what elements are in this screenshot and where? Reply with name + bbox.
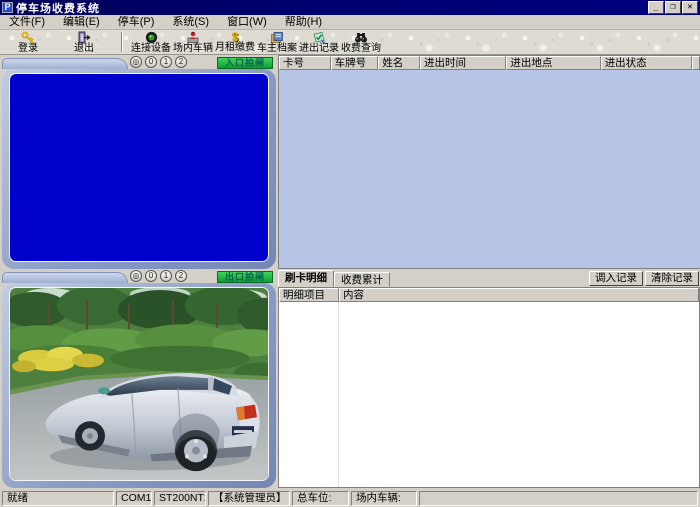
entrance-blue-screen bbox=[10, 74, 268, 261]
status-vehicles-inside: 场内车辆: bbox=[351, 491, 417, 506]
status-com-port: COM1 bbox=[116, 491, 152, 506]
connect-device-label: 连接设备 bbox=[131, 44, 171, 54]
col-plate-number[interactable]: 车牌号 bbox=[331, 56, 379, 70]
entrance-channel-2-button[interactable]: 2 bbox=[175, 56, 187, 68]
vehicles-inside-icon bbox=[186, 31, 200, 44]
detail-table-body bbox=[279, 302, 699, 487]
col-card-number[interactable]: 卡号 bbox=[279, 56, 331, 70]
menu-system[interactable]: 系统(S) bbox=[163, 15, 218, 30]
minimize-button[interactable]: _ bbox=[648, 1, 664, 14]
exit-panel-swoosh bbox=[2, 272, 128, 283]
entrance-channel-buttons: ◎ 0 1 2 bbox=[130, 56, 187, 68]
restore-button[interactable]: ❐ bbox=[665, 1, 681, 14]
status-spare bbox=[419, 491, 698, 506]
exit-channel-home-button[interactable]: ◎ bbox=[130, 270, 142, 282]
col-entry-exit-status[interactable]: 进出状态 bbox=[601, 56, 692, 70]
entrance-video-feed bbox=[9, 73, 269, 262]
status-device-model: ST200NT2 bbox=[154, 491, 206, 506]
exit-channel-2-button[interactable]: 2 bbox=[175, 270, 187, 282]
exit-channel-buttons: ◎ 0 1 2 bbox=[130, 270, 187, 282]
menu-bar: 文件(F) 编辑(E) 停车(P) 系统(S) 窗口(W) 帮助(H) bbox=[0, 15, 700, 30]
monthly-fee-button[interactable]: $ 月租缴费 bbox=[214, 30, 256, 54]
owner-files-button[interactable]: 车主档案 bbox=[256, 30, 298, 54]
close-button[interactable]: ✕ bbox=[682, 1, 698, 14]
connect-device-button[interactable]: 连接设备 bbox=[130, 30, 172, 54]
app-icon: P bbox=[2, 2, 13, 13]
exit-channel-1-button[interactable]: 1 bbox=[160, 270, 172, 282]
exit-channel-0-button[interactable]: 0 bbox=[145, 270, 157, 282]
detail-section: 刷卡明细 收费累计 调入记录 清除记录 明细项目 内容 bbox=[278, 270, 700, 488]
detail-table: 明细项目 内容 bbox=[278, 287, 700, 488]
col-entry-exit-place[interactable]: 进出地点 bbox=[506, 56, 600, 70]
entrance-camera-panel: ◎ 0 1 2 入口拍闸 bbox=[2, 56, 276, 269]
fee-query-button[interactable]: 收费查询 bbox=[340, 30, 382, 54]
menu-help[interactable]: 帮助(H) bbox=[276, 15, 331, 30]
entrance-gate-button[interactable]: 入口拍闸 bbox=[217, 57, 273, 69]
owner-files-icon bbox=[270, 31, 284, 44]
connect-device-icon bbox=[145, 31, 158, 44]
window-title: 停车场收费系统 bbox=[16, 0, 647, 16]
exit-label: 退出 bbox=[74, 44, 94, 54]
col-entry-exit-time[interactable]: 进出时间 bbox=[420, 56, 506, 70]
load-records-button[interactable]: 调入记录 bbox=[589, 271, 643, 286]
exit-camera-header: ◎ 0 1 2 出口拍闸 bbox=[2, 270, 276, 283]
detail-buttons: 调入记录 清除记录 bbox=[589, 271, 699, 286]
entrance-channel-1-button[interactable]: 1 bbox=[160, 56, 172, 68]
entry-exit-records-icon bbox=[312, 31, 326, 44]
entrance-channel-0-button[interactable]: 0 bbox=[145, 56, 157, 68]
entry-exit-records-button[interactable]: 进出记录 bbox=[298, 30, 340, 54]
col-name[interactable]: 姓名 bbox=[378, 56, 420, 70]
menu-parking[interactable]: 停车(P) bbox=[109, 15, 164, 30]
exit-gate-button[interactable]: 出口拍闸 bbox=[217, 271, 273, 283]
detail-column-divider bbox=[338, 302, 339, 487]
col-content[interactable]: 内容 bbox=[339, 288, 699, 302]
entrance-channel-home-button[interactable]: ◎ bbox=[130, 56, 142, 68]
status-bar: 就绪 COM1 ST200NT2 【系统管理员】 总车位: 场内车辆: bbox=[0, 489, 700, 507]
login-label: 登录 bbox=[18, 44, 38, 54]
detail-table-header: 明细项目 内容 bbox=[279, 288, 699, 302]
binoculars-icon bbox=[354, 31, 368, 44]
monthly-fee-label: 月租缴费 bbox=[215, 43, 255, 53]
exit-door-icon bbox=[77, 31, 91, 44]
detail-tab-row: 刷卡明细 收费累计 调入记录 清除记录 bbox=[278, 270, 700, 287]
exit-camera-frame bbox=[2, 283, 276, 488]
menu-file[interactable]: 文件(F) bbox=[0, 15, 54, 30]
toolbar: 登录 退出 连接设备 bbox=[0, 30, 700, 55]
owner-files-label: 车主档案 bbox=[257, 44, 297, 54]
entry-exit-records-label: 进出记录 bbox=[299, 44, 339, 54]
fee-query-label: 收费查询 bbox=[341, 44, 381, 54]
records-header: 卡号 车牌号 姓名 进出时间 进出地点 进出状态 bbox=[279, 56, 700, 70]
entrance-camera-frame bbox=[2, 69, 276, 269]
status-operator: 【系统管理员】 bbox=[208, 491, 290, 506]
menu-edit[interactable]: 编辑(E) bbox=[54, 15, 109, 30]
records-body bbox=[279, 70, 700, 268]
col-filler bbox=[692, 56, 700, 70]
exit-video-feed bbox=[9, 287, 269, 481]
records-list: 卡号 车牌号 姓名 进出时间 进出地点 进出状态 bbox=[278, 55, 700, 269]
status-ready: 就绪 bbox=[2, 491, 114, 506]
exit-camera-panel: ◎ 0 1 2 出口拍闸 bbox=[2, 270, 276, 488]
status-total-spaces: 总车位: bbox=[292, 491, 349, 506]
col-detail-item[interactable]: 明细项目 bbox=[279, 288, 339, 302]
tab-card-detail[interactable]: 刷卡明细 bbox=[278, 270, 334, 287]
exit-button[interactable]: 退出 bbox=[56, 30, 112, 54]
key-icon bbox=[21, 31, 35, 44]
clear-records-button[interactable]: 清除记录 bbox=[645, 271, 699, 286]
menu-window[interactable]: 窗口(W) bbox=[218, 15, 276, 30]
entrance-camera-header: ◎ 0 1 2 入口拍闸 bbox=[2, 56, 276, 69]
toolbar-separator bbox=[121, 32, 123, 52]
vehicles-inside-button[interactable]: 场内车辆 bbox=[172, 30, 214, 54]
app-window: P 停车场收费系统 _ ❐ ✕ 文件(F) 编辑(E) 停车(P) 系统(S) … bbox=[0, 0, 700, 507]
vehicles-inside-label: 场内车辆 bbox=[173, 44, 213, 54]
entrance-panel-swoosh bbox=[2, 58, 128, 69]
login-button[interactable]: 登录 bbox=[0, 30, 56, 54]
exit-camera-image bbox=[10, 288, 268, 480]
tab-fee-total[interactable]: 收费累计 bbox=[334, 272, 390, 287]
title-bar: P 停车场收费系统 _ ❐ ✕ bbox=[0, 0, 700, 15]
